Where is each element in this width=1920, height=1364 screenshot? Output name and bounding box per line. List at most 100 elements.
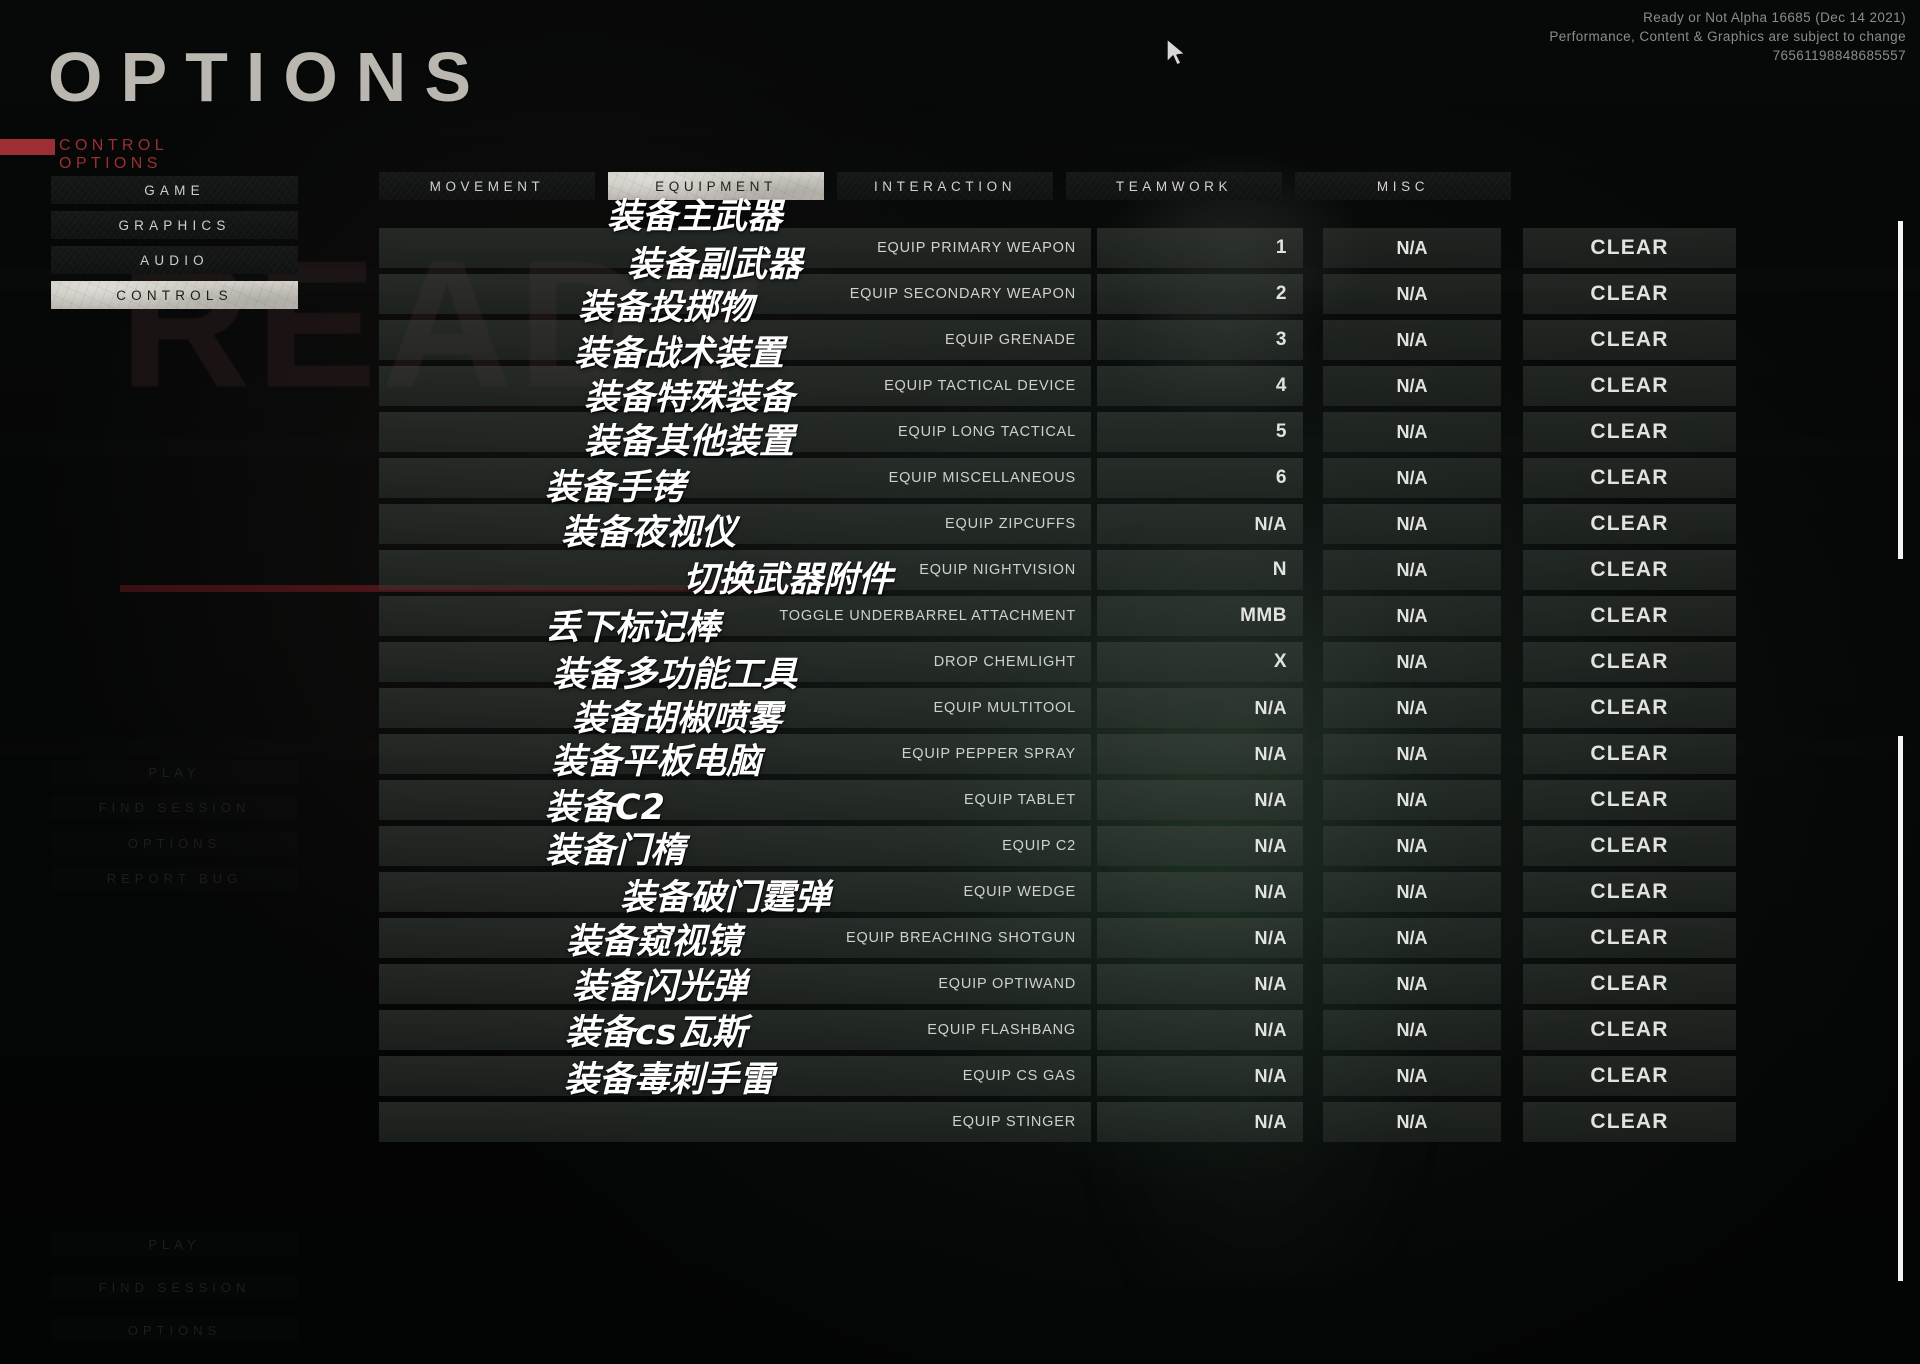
alternate-binding-cell[interactable]: N/A: [1323, 1102, 1501, 1142]
primary-binding-cell[interactable]: N/A: [1097, 504, 1303, 544]
primary-binding-cell[interactable]: X: [1097, 642, 1303, 682]
primary-binding-cell[interactable]: MMB: [1097, 596, 1303, 636]
clear-binding-button[interactable]: CLEAR: [1523, 320, 1736, 360]
primary-binding-cell[interactable]: N: [1097, 550, 1303, 590]
table-row: EQUIP PRIMARY WEAPON 1 N/A CLEAR: [379, 228, 1887, 268]
clear-binding-button[interactable]: CLEAR: [1523, 826, 1736, 866]
alternate-binding-cell[interactable]: N/A: [1323, 1010, 1501, 1050]
clear-binding-button[interactable]: CLEAR: [1523, 734, 1736, 774]
primary-binding-cell[interactable]: N/A: [1097, 826, 1303, 866]
alternate-binding-cell[interactable]: N/A: [1323, 412, 1501, 452]
clear-button-label: CLEAR: [1590, 1018, 1669, 1041]
clear-binding-button[interactable]: CLEAR: [1523, 1102, 1736, 1142]
table-row: EQUIP PEPPER SPRAY N/A N/A CLEAR: [379, 734, 1887, 774]
primary-binding-cell[interactable]: N/A: [1097, 1102, 1303, 1142]
clear-binding-button[interactable]: CLEAR: [1523, 274, 1736, 314]
alternate-binding-cell[interactable]: N/A: [1323, 688, 1501, 728]
sidebar-item-controls[interactable]: CONTROLS: [51, 281, 298, 309]
primary-binding-cell[interactable]: N/A: [1097, 734, 1303, 774]
clear-binding-button[interactable]: CLEAR: [1523, 1056, 1736, 1096]
action-name-cell: EQUIP PRIMARY WEAPON: [379, 228, 1091, 268]
clear-binding-button[interactable]: CLEAR: [1523, 412, 1736, 452]
clear-binding-button[interactable]: CLEAR: [1523, 228, 1736, 268]
action-name-label: EQUIP SECONDARY WEAPON: [849, 286, 1076, 302]
alternate-binding-cell[interactable]: N/A: [1323, 872, 1501, 912]
clear-binding-button[interactable]: CLEAR: [1523, 366, 1736, 406]
table-row: EQUIP C2 N/A N/A CLEAR: [379, 826, 1887, 866]
clear-binding-button[interactable]: CLEAR: [1523, 780, 1736, 820]
alternate-binding-cell[interactable]: N/A: [1323, 366, 1501, 406]
alternate-binding-cell[interactable]: N/A: [1323, 642, 1501, 682]
sidebar-item-game[interactable]: GAME: [51, 176, 298, 204]
primary-binding-cell[interactable]: 1: [1097, 228, 1303, 268]
tab-teamwork[interactable]: TEAMWORK: [1066, 172, 1282, 200]
clear-binding-button[interactable]: CLEAR: [1523, 1010, 1736, 1050]
action-name-label: EQUIP ZIPCUFFS: [945, 516, 1076, 532]
table-row: DROP CHEMLIGHT X N/A CLEAR: [379, 642, 1887, 682]
alternate-binding-cell[interactable]: N/A: [1323, 550, 1501, 590]
primary-binding-cell[interactable]: 3: [1097, 320, 1303, 360]
primary-binding-cell[interactable]: N/A: [1097, 688, 1303, 728]
action-name-cell: EQUIP C2: [379, 826, 1091, 866]
ghost-menu-label: OPTIONS: [127, 1322, 222, 1338]
primary-binding-value: N/A: [1254, 927, 1287, 948]
primary-binding-cell[interactable]: 6: [1097, 458, 1303, 498]
alternate-binding-cell[interactable]: N/A: [1323, 228, 1501, 268]
tab-label: MOVEMENT: [429, 178, 545, 194]
primary-binding-cell[interactable]: N/A: [1097, 918, 1303, 958]
alternate-binding-value: N/A: [1396, 651, 1428, 672]
clear-binding-button[interactable]: CLEAR: [1523, 550, 1736, 590]
alternate-binding-cell[interactable]: N/A: [1323, 964, 1501, 1004]
sidebar-item-graphics[interactable]: GRAPHICS: [51, 211, 298, 239]
table-row: EQUIP GRENADE 3 N/A CLEAR: [379, 320, 1887, 360]
scrollbar-thumb-upper[interactable]: [1898, 221, 1903, 559]
clear-binding-button[interactable]: CLEAR: [1523, 872, 1736, 912]
primary-binding-cell[interactable]: 4: [1097, 366, 1303, 406]
clear-binding-button[interactable]: CLEAR: [1523, 458, 1736, 498]
clear-binding-button[interactable]: CLEAR: [1523, 918, 1736, 958]
alternate-binding-cell[interactable]: N/A: [1323, 320, 1501, 360]
sidebar-item-label: GRAPHICS: [118, 217, 231, 233]
alternate-binding-cell[interactable]: N/A: [1323, 1056, 1501, 1096]
alternate-binding-cell[interactable]: N/A: [1323, 596, 1501, 636]
table-row: EQUIP WEDGE N/A N/A CLEAR: [379, 872, 1887, 912]
primary-binding-cell[interactable]: N/A: [1097, 780, 1303, 820]
primary-binding-cell[interactable]: N/A: [1097, 872, 1303, 912]
action-name-cell: EQUIP PEPPER SPRAY: [379, 734, 1091, 774]
scrollbar-thumb-lower[interactable]: [1898, 736, 1903, 1281]
table-row: EQUIP TACTICAL DEVICE 4 N/A CLEAR: [379, 366, 1887, 406]
clear-button-label: CLEAR: [1590, 742, 1669, 765]
alternate-binding-cell[interactable]: N/A: [1323, 504, 1501, 544]
clear-button-label: CLEAR: [1590, 558, 1669, 581]
primary-binding-cell[interactable]: 2: [1097, 274, 1303, 314]
alternate-binding-cell[interactable]: N/A: [1323, 458, 1501, 498]
tab-movement[interactable]: MOVEMENT: [379, 172, 595, 200]
clear-binding-button[interactable]: CLEAR: [1523, 596, 1736, 636]
primary-binding-cell[interactable]: N/A: [1097, 1010, 1303, 1050]
clear-binding-button[interactable]: CLEAR: [1523, 964, 1736, 1004]
action-name-label: EQUIP C2: [1002, 838, 1076, 854]
clear-button-label: CLEAR: [1590, 834, 1669, 857]
tab-equipment[interactable]: EQUIPMENT: [608, 172, 824, 200]
alternate-binding-value: N/A: [1396, 927, 1428, 948]
clear-button-label: CLEAR: [1590, 880, 1669, 903]
clear-binding-button[interactable]: CLEAR: [1523, 688, 1736, 728]
primary-binding-cell[interactable]: N/A: [1097, 964, 1303, 1004]
alternate-binding-value: N/A: [1396, 559, 1428, 580]
ghost-menu-label: PLAY: [148, 764, 201, 780]
ghost-menu-item-bottom-find-session: FIND SESSION: [51, 1275, 298, 1299]
alternate-binding-cell[interactable]: N/A: [1323, 274, 1501, 314]
table-row: EQUIP OPTIWAND N/A N/A CLEAR: [379, 964, 1887, 1004]
primary-binding-cell[interactable]: N/A: [1097, 1056, 1303, 1096]
clear-binding-button[interactable]: CLEAR: [1523, 642, 1736, 682]
primary-binding-cell[interactable]: 5: [1097, 412, 1303, 452]
alternate-binding-cell[interactable]: N/A: [1323, 780, 1501, 820]
alternate-binding-cell[interactable]: N/A: [1323, 826, 1501, 866]
tab-misc[interactable]: MISC: [1295, 172, 1511, 200]
alternate-binding-cell[interactable]: N/A: [1323, 734, 1501, 774]
sidebar-item-audio[interactable]: AUDIO: [51, 246, 298, 274]
alternate-binding-cell[interactable]: N/A: [1323, 918, 1501, 958]
table-row: EQUIP MISCELLANEOUS 6 N/A CLEAR: [379, 458, 1887, 498]
clear-binding-button[interactable]: CLEAR: [1523, 504, 1736, 544]
tab-interaction[interactable]: INTERACTION: [837, 172, 1053, 200]
